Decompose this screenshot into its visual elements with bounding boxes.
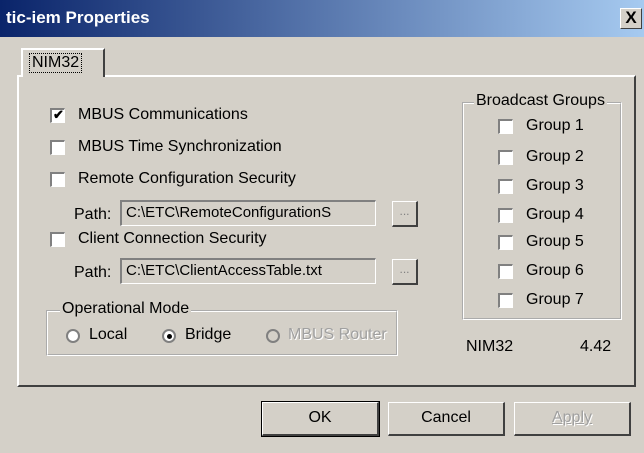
group-2-checkbox[interactable]	[498, 150, 513, 165]
local-label[interactable]: Local	[89, 326, 127, 344]
checkmark-icon: ✔	[53, 107, 64, 122]
cancel-label: Cancel	[421, 409, 471, 426]
client-access-browse-button[interactable]: ...	[392, 259, 418, 285]
mbus-communications-label[interactable]: MBUS Communications	[78, 106, 248, 124]
bridge-radio[interactable]	[162, 329, 176, 343]
group-7-checkbox[interactable]	[498, 293, 513, 308]
mbus-communications-checkbox[interactable]: ✔	[50, 107, 65, 123]
client-connection-security-label[interactable]: Client Connection Security	[78, 230, 267, 248]
apply-button: Apply	[514, 402, 631, 436]
remote-config-browse-button[interactable]: ...	[392, 201, 418, 227]
title-bar[interactable]: tic-iem Properties X	[0, 0, 644, 37]
remote-config-path-field[interactable]: C:\ETC\RemoteConfigurationS	[120, 200, 376, 226]
group-5-checkbox[interactable]	[498, 235, 513, 250]
tab-label: NIM32	[29, 53, 83, 73]
mbus-time-sync-checkbox[interactable]	[50, 140, 65, 155]
group-6-checkbox[interactable]	[498, 264, 513, 279]
client-access-path-field[interactable]: C:\ETC\ClientAccessTable.txt	[120, 258, 376, 284]
module-version: 4.42	[580, 338, 612, 355]
operational-mode-legend: Operational Mode	[60, 300, 192, 318]
remote-config-security-checkbox[interactable]	[50, 172, 65, 187]
group-1-label[interactable]: Group 1	[526, 117, 584, 135]
group-5-label[interactable]: Group 5	[526, 233, 584, 251]
module-name: NIM32	[466, 338, 514, 355]
mbus-time-sync-label[interactable]: MBUS Time Synchronization	[78, 138, 282, 156]
tab-nim32[interactable]: NIM32	[21, 48, 105, 77]
ok-label: OK	[308, 409, 332, 426]
close-icon: X	[625, 8, 637, 27]
ok-button[interactable]: OK	[261, 401, 380, 437]
broadcast-groups-legend: Broadcast Groups	[474, 92, 607, 110]
group-2-label[interactable]: Group 2	[526, 148, 584, 166]
window-title: tic-iem Properties	[6, 8, 150, 27]
apply-label: Apply	[551, 409, 593, 426]
group-1-checkbox[interactable]	[498, 119, 513, 134]
client-connection-security-checkbox[interactable]	[50, 232, 65, 247]
group-6-label[interactable]: Group 6	[526, 262, 584, 280]
group-7-label[interactable]: Group 7	[526, 291, 584, 309]
group-4-label[interactable]: Group 4	[526, 206, 584, 224]
group-3-checkbox[interactable]	[498, 179, 513, 194]
mbus-router-radio	[266, 329, 280, 343]
cancel-button[interactable]: Cancel	[388, 402, 505, 436]
close-button[interactable]: X	[620, 8, 642, 29]
remote-path-label: Path:	[74, 206, 112, 223]
bridge-label[interactable]: Bridge	[185, 326, 231, 344]
group-3-label[interactable]: Group 3	[526, 177, 584, 195]
remote-config-security-label[interactable]: Remote Configuration Security	[78, 170, 296, 188]
group-4-checkbox[interactable]	[498, 208, 513, 223]
client-path-label: Path:	[74, 264, 112, 281]
local-radio[interactable]	[66, 329, 80, 343]
mbus-router-label: MBUS Router	[288, 326, 387, 343]
